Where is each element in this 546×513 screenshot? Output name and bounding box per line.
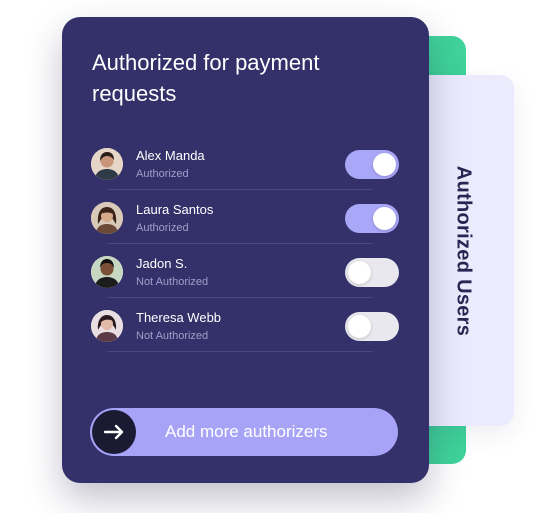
add-more-authorizers-button[interactable]: Add more authorizers [90,408,398,456]
avatar-laura-santos [91,202,123,234]
toggle-knob [373,153,396,176]
card-title: Authorized for payment requests [92,50,320,106]
user-status: Authorized [136,168,189,180]
authorization-toggle-theresa-webb[interactable] [345,312,399,341]
authorization-toggle-jadon-s[interactable] [345,258,399,287]
toggle-knob [348,261,371,284]
toggle-knob [348,315,371,338]
authorized-users-tab-label: Authorized Users [452,165,475,336]
user-name: Alex Manda [136,148,205,163]
user-list: Alex Manda Authorized Laura Santos Autho… [90,145,402,361]
user-row-theresa-webb: Theresa Webb Not Authorized [90,307,402,361]
user-name: Laura Santos [136,202,214,217]
user-row-alex-manda: Alex Manda Authorized [90,145,402,199]
user-status: Not Authorized [136,330,209,342]
row-divider [107,351,373,352]
user-row-jadon-s: Jadon S. Not Authorized [90,253,402,307]
authorization-toggle-alex-manda[interactable] [345,150,399,179]
row-divider [107,243,373,244]
row-divider [107,189,373,190]
avatar-theresa-webb [91,310,123,342]
user-row-laura-santos: Laura Santos Authorized [90,199,402,253]
avatar-jadon-s [91,256,123,288]
add-button-label: Add more authorizers [165,422,328,441]
user-status: Not Authorized [136,276,209,288]
toggle-knob [373,207,396,230]
arrow-right-icon [92,410,136,454]
user-name: Jadon S. [136,256,188,271]
authorization-toggle-laura-santos[interactable] [345,204,399,233]
authorization-card: Authorized for payment requests Alex Man… [62,17,429,483]
user-status: Authorized [136,222,189,234]
row-divider [107,297,373,298]
user-name: Theresa Webb [136,310,222,325]
avatar-alex-manda [91,148,123,180]
